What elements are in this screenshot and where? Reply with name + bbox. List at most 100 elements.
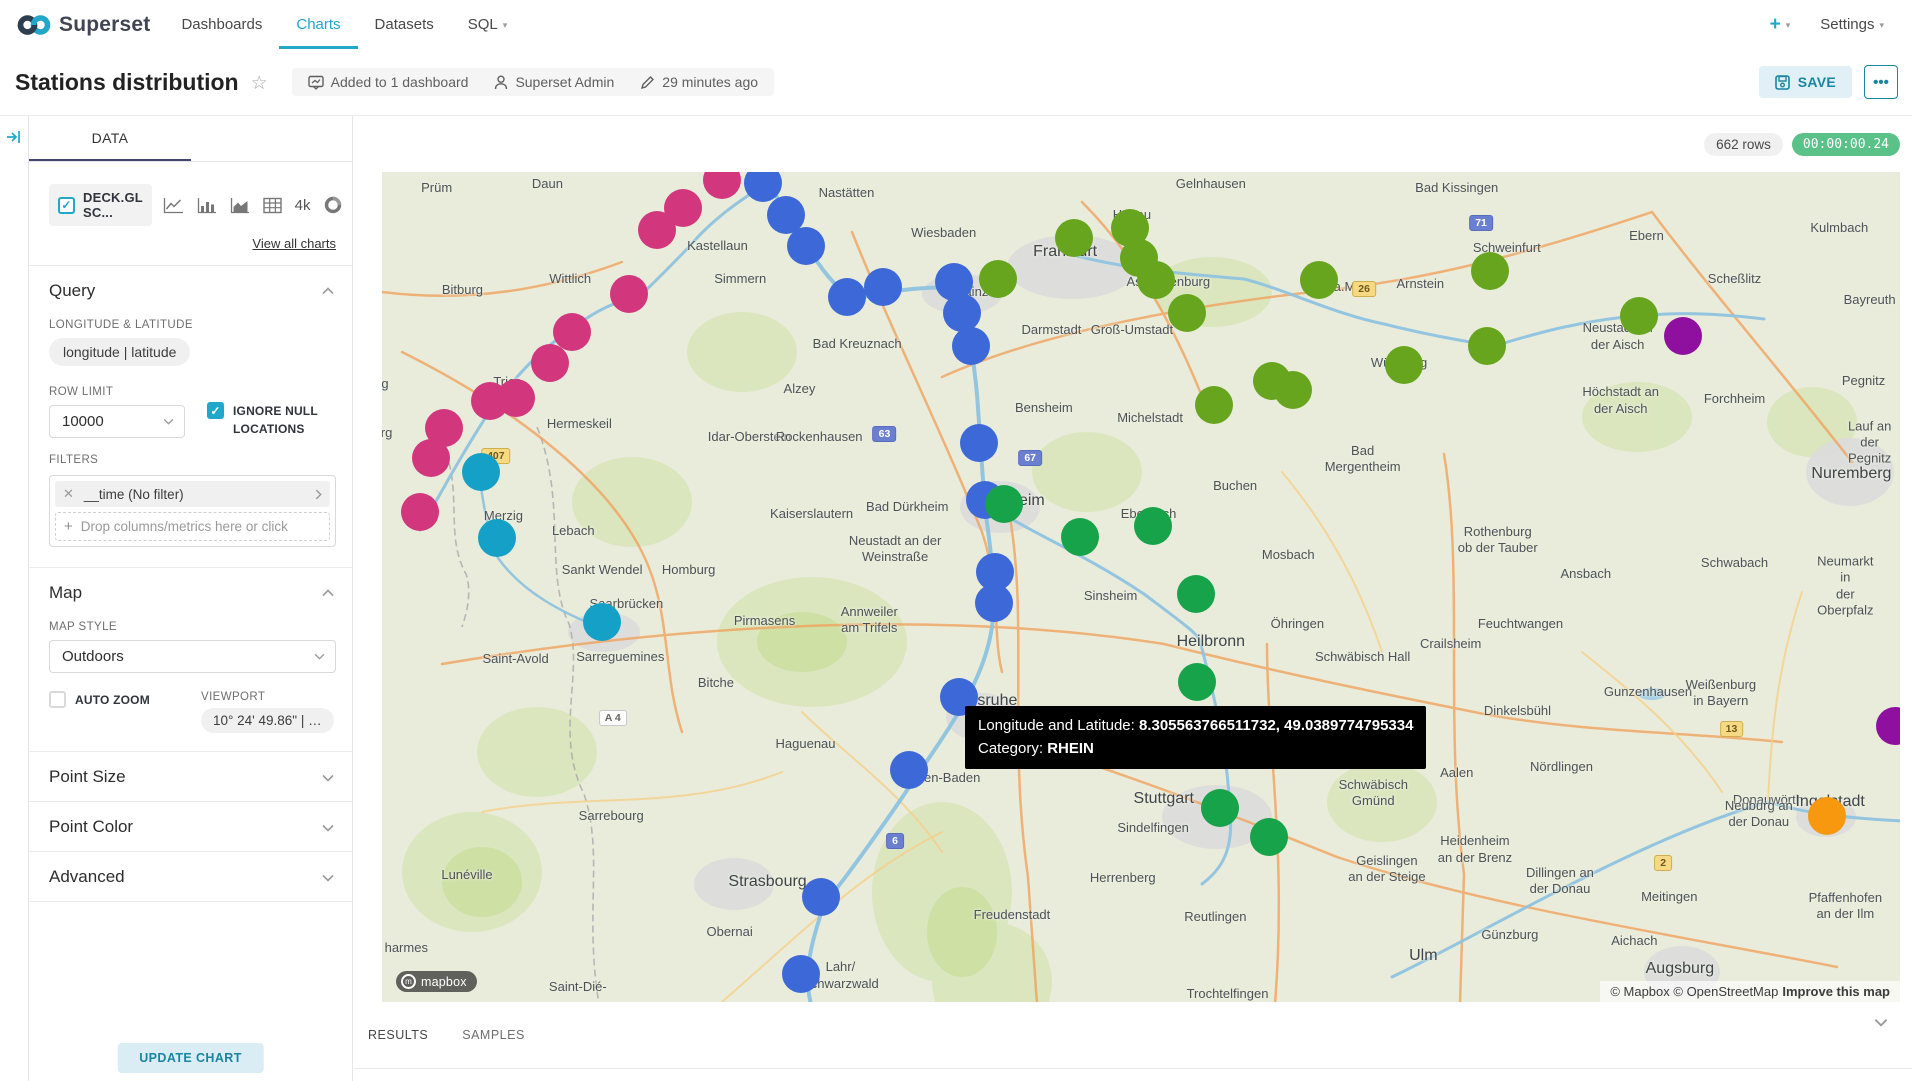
map-point-orange[interactable] — [1808, 797, 1846, 835]
map-point-olive[interactable] — [1055, 219, 1093, 257]
view-all-charts-link[interactable]: View all charts — [29, 226, 352, 265]
map-point-blue[interactable] — [952, 327, 990, 365]
collapse-results-icon[interactable] — [1874, 1014, 1888, 1032]
city-label: Günzburg — [1481, 927, 1538, 943]
chevron-down-icon — [322, 867, 334, 887]
tab-data[interactable]: DATA — [29, 116, 191, 161]
map-point-olive[interactable] — [1168, 294, 1206, 332]
map-point-blue[interactable] — [890, 751, 928, 789]
viz-type-4k[interactable]: 4k — [295, 197, 311, 214]
map-point-cyan[interactable] — [478, 519, 516, 557]
lonlat-pill[interactable]: longitude | latitude — [49, 338, 190, 366]
map-point-olive[interactable] — [1137, 261, 1175, 299]
bar-chart-icon[interactable] — [197, 197, 217, 214]
city-label: Freudenstadt — [974, 907, 1051, 923]
map-point-purple[interactable] — [1664, 317, 1702, 355]
map-point-pink[interactable] — [638, 211, 676, 249]
nav-item-datasets[interactable]: Datasets — [358, 0, 451, 49]
section-query[interactable]: Query — [29, 266, 352, 315]
map-style-select[interactable]: Outdoors — [49, 640, 336, 673]
attribution-text[interactable]: © Mapbox © OpenStreetMap — [1610, 984, 1778, 999]
map-point-blue[interactable] — [960, 424, 998, 462]
map-point-olive[interactable] — [1195, 386, 1233, 424]
map-point-cyan[interactable] — [583, 603, 621, 641]
nav-item-charts[interactable]: Charts — [279, 0, 357, 49]
viz-type-selected[interactable]: ✓ DECK.GL SC... — [49, 184, 152, 226]
map-point-olive[interactable] — [1300, 261, 1338, 299]
nav-item-sql[interactable]: SQL▾ — [451, 0, 525, 49]
map-point-green[interactable] — [1061, 518, 1099, 556]
chart-meta-badges: Added to 1 dashboardSuperset Admin29 min… — [292, 68, 774, 96]
map-point-blue[interactable] — [864, 268, 902, 306]
area-chart-icon[interactable] — [230, 197, 250, 214]
tab-results[interactable]: RESULTS — [368, 1028, 428, 1042]
map-point-pink[interactable] — [610, 275, 648, 313]
map-point-blue[interactable] — [802, 878, 840, 916]
map-point-green[interactable] — [1250, 818, 1288, 856]
auto-zoom-checkbox[interactable]: AUTO ZOOM — [49, 691, 179, 733]
map-point-green[interactable] — [1201, 789, 1239, 827]
save-button[interactable]: SAVE — [1759, 66, 1852, 98]
city-label: Bitburg — [442, 282, 483, 298]
road-badge: 63 — [873, 426, 897, 442]
map-point-pink[interactable] — [471, 382, 509, 420]
map-point-olive[interactable] — [1620, 297, 1658, 335]
road-badge: 26 — [1352, 281, 1376, 297]
map-point-olive[interactable] — [1468, 327, 1506, 365]
new-item-button[interactable]: +▾ — [1768, 14, 1793, 36]
mapbox-logo[interactable]: m mapbox — [396, 971, 477, 992]
collapse-panel-icon[interactable] — [6, 130, 22, 149]
map-point-olive[interactable] — [979, 260, 1017, 298]
map-point-blue[interactable] — [828, 278, 866, 316]
row-count-badge: 662 rows — [1704, 133, 1783, 156]
table-icon[interactable] — [263, 197, 282, 214]
map-point-pink[interactable] — [401, 493, 439, 531]
map-point-olive[interactable] — [1385, 346, 1423, 384]
city-label: Nuremberg — [1811, 464, 1891, 484]
tooltip-category-value: RHEIN — [1047, 740, 1094, 757]
map-point-pink[interactable] — [531, 344, 569, 382]
line-chart-icon[interactable] — [163, 197, 184, 214]
map-point-olive[interactable] — [1274, 371, 1312, 409]
map-point-blue[interactable] — [787, 227, 825, 265]
row-limit-select[interactable]: 10000 — [49, 405, 185, 438]
section-point-color[interactable]: Point Color — [29, 802, 352, 851]
city-label: Nördlingen — [1530, 759, 1593, 775]
nav-item-dashboards[interactable]: Dashboards — [164, 0, 279, 49]
map-point-cyan[interactable] — [462, 453, 500, 491]
section-map[interactable]: Map — [29, 568, 352, 617]
section-advanced[interactable]: Advanced — [29, 852, 352, 901]
map-point-blue[interactable] — [943, 294, 981, 332]
map-point-pink[interactable] — [412, 439, 450, 477]
city-label: Bensheim — [1015, 400, 1073, 416]
tab-samples[interactable]: SAMPLES — [462, 1028, 525, 1042]
city-label: Daun — [532, 176, 563, 192]
donut-icon[interactable] — [324, 196, 342, 214]
superset-logo[interactable]: Superset — [0, 13, 164, 37]
viewport-pill[interactable]: 10° 24' 49.86" | … — [201, 708, 334, 733]
map-point-green[interactable] — [1177, 575, 1215, 613]
primary-nav: DashboardsChartsDatasetsSQL▾ — [164, 0, 524, 49]
map-point-green[interactable] — [1134, 507, 1172, 545]
filters-drop-zone[interactable]: + Drop columns/metrics here or click — [55, 512, 330, 541]
improve-map-link[interactable]: Improve this map — [1782, 984, 1890, 999]
lonlat-label: LONGITUDE & LATITUDE — [29, 315, 352, 338]
section-point-size[interactable]: Point Size — [29, 752, 352, 801]
map-point-blue[interactable] — [782, 955, 820, 993]
update-chart-button[interactable]: UPDATE CHART — [117, 1043, 263, 1073]
chevron-down-icon: ▾ — [1879, 20, 1884, 31]
city-label: Kulmbach — [1810, 220, 1868, 236]
deckgl-map[interactable]: PrümDaunNastättenGelnhausenBad Kissingen… — [382, 172, 1900, 1002]
nav-item-settings[interactable]: Settings▾ — [1818, 16, 1886, 33]
city-label: Ansbach — [1560, 566, 1611, 582]
more-options-button[interactable]: ••• — [1864, 65, 1898, 99]
filter-chip-time[interactable]: ✕ __time (No filter) — [55, 481, 330, 507]
ignore-null-checkbox[interactable]: ✓ IGNORE NULL LOCATIONS — [207, 402, 336, 438]
city-label: Schwäbisch Gmünd — [1339, 777, 1408, 810]
map-point-green[interactable] — [1178, 663, 1216, 701]
map-point-blue[interactable] — [975, 584, 1013, 622]
remove-filter-icon[interactable]: ✕ — [63, 486, 74, 502]
favorite-star-icon[interactable]: ☆ — [251, 72, 268, 95]
map-point-green[interactable] — [985, 485, 1023, 523]
map-point-olive[interactable] — [1471, 252, 1509, 290]
